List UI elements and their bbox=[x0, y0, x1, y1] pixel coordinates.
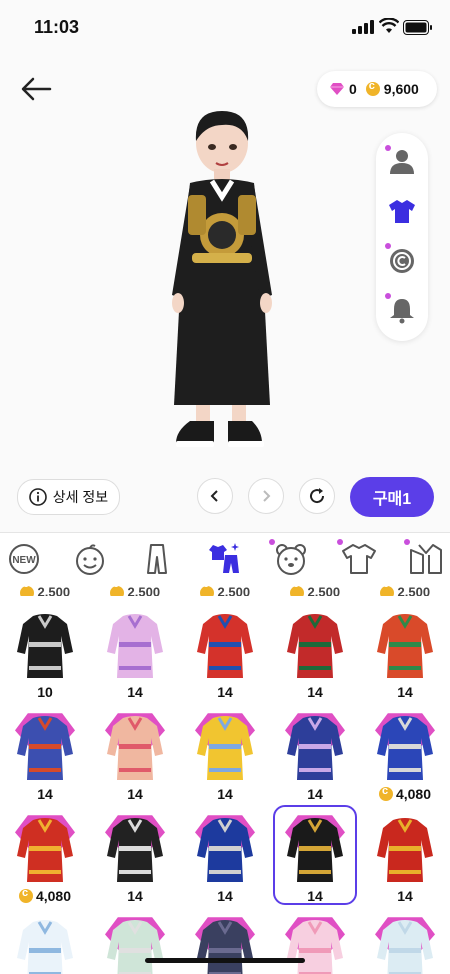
tab-face[interactable] bbox=[72, 541, 108, 577]
reset-button[interactable] bbox=[299, 478, 335, 514]
hanbok-item-image bbox=[107, 818, 163, 882]
item-card[interactable]: 14 bbox=[270, 592, 360, 765]
coin-balance: 9,600 bbox=[383, 81, 419, 97]
buy-button[interactable]: 구매1 bbox=[350, 477, 434, 517]
item-card[interactable] bbox=[0, 898, 90, 974]
selected-item-highlight bbox=[273, 805, 357, 905]
tab-clothing-set[interactable] bbox=[207, 541, 243, 577]
hanbok-item-image bbox=[287, 614, 343, 678]
avatar-side-menu bbox=[376, 133, 428, 341]
tab-tops[interactable] bbox=[337, 539, 377, 577]
tab-new[interactable]: NEW bbox=[6, 541, 42, 577]
hanbok-item-image bbox=[377, 716, 433, 780]
item-card[interactable]: 14 bbox=[180, 796, 270, 969]
item-card[interactable]: 14 bbox=[0, 694, 90, 867]
item-card[interactable]: 4,080 bbox=[0, 796, 90, 904]
chevron-right-icon bbox=[263, 490, 271, 502]
hanbok-item-image bbox=[17, 920, 73, 974]
new-icon: NEW bbox=[9, 544, 39, 574]
status-bar: 11:03 bbox=[0, 0, 450, 56]
item-card[interactable]: 14 bbox=[360, 796, 450, 969]
copyright-coin-icon[interactable] bbox=[388, 247, 416, 275]
hanbok-item-image bbox=[107, 716, 163, 780]
status-time: 11:03 bbox=[34, 17, 80, 37]
item-card[interactable]: 14 bbox=[90, 694, 180, 867]
notification-dot bbox=[269, 539, 275, 545]
home-indicator bbox=[145, 958, 305, 963]
hanbok-item-image bbox=[197, 920, 253, 974]
new-icon-text: NEW bbox=[12, 555, 36, 566]
person-silhouette-icon[interactable] bbox=[388, 147, 416, 175]
item-card[interactable]: 14 bbox=[360, 592, 450, 765]
details-label: 상세 정보 bbox=[52, 489, 109, 505]
coin-icon bbox=[365, 80, 380, 96]
item-card[interactable]: 14 bbox=[90, 592, 180, 765]
refresh-icon bbox=[310, 488, 325, 504]
gem-icon bbox=[330, 83, 344, 95]
hanbok-item-image bbox=[377, 920, 433, 974]
info-icon bbox=[28, 488, 47, 506]
cellular-signal-icon bbox=[352, 20, 374, 34]
item-card[interactable]: 14 bbox=[180, 592, 270, 765]
item-card[interactable]: 4,080 bbox=[360, 694, 450, 802]
hanbok-item-image bbox=[377, 818, 433, 882]
tshirt-icon bbox=[342, 544, 376, 574]
item-grid: 2,500 2,500 2,500 2,500 2,50010141414141… bbox=[0, 584, 450, 974]
hanbok-item-image bbox=[17, 614, 73, 678]
tab-outerwear[interactable] bbox=[404, 539, 444, 577]
hanbok-item-image bbox=[17, 818, 73, 882]
hanbok-item-image bbox=[17, 716, 73, 780]
jacket-icon bbox=[410, 544, 442, 574]
item-card[interactable]: 14 bbox=[180, 694, 270, 867]
tab-outfit[interactable] bbox=[139, 541, 175, 577]
hanbok-item-image bbox=[107, 614, 163, 678]
hanbok-item-image bbox=[287, 716, 343, 780]
item-card[interactable]: 10 bbox=[0, 592, 90, 765]
face-icon bbox=[76, 544, 104, 575]
tab-accessories[interactable] bbox=[269, 539, 309, 577]
hanbok-item-image bbox=[197, 716, 253, 780]
wifi-icon bbox=[379, 18, 399, 33]
back-arrow-icon[interactable] bbox=[20, 74, 52, 104]
avatar-character[interactable] bbox=[150, 105, 290, 455]
hanbok-item-image bbox=[197, 614, 253, 678]
outfit-icon bbox=[147, 544, 167, 574]
hanbok-item-image bbox=[197, 818, 253, 882]
clothing-set-icon bbox=[209, 543, 239, 573]
item-card[interactable] bbox=[360, 898, 450, 974]
chevron-left-icon bbox=[210, 490, 218, 502]
redo-button[interactable] bbox=[248, 478, 284, 514]
gem-balance: 0 bbox=[349, 81, 357, 97]
notification-dot bbox=[404, 539, 410, 545]
currency-balance[interactable]: 0 9,600 bbox=[317, 71, 437, 107]
hanbok-item-image bbox=[107, 920, 163, 974]
details-button[interactable]: 상세 정보 bbox=[17, 479, 120, 515]
item-card[interactable]: 14 bbox=[90, 796, 180, 969]
category-tabs: NEW bbox=[0, 532, 450, 585]
battery-icon bbox=[403, 20, 432, 35]
hanbok-item-image bbox=[377, 614, 433, 678]
item-card[interactable]: 14 bbox=[270, 694, 360, 867]
shirt-icon[interactable] bbox=[388, 197, 416, 225]
bear-icon bbox=[276, 544, 306, 575]
notification-dot bbox=[337, 539, 343, 545]
undo-button[interactable] bbox=[197, 478, 233, 514]
hanbok-item-image bbox=[287, 920, 343, 974]
bell-icon[interactable] bbox=[388, 296, 416, 324]
